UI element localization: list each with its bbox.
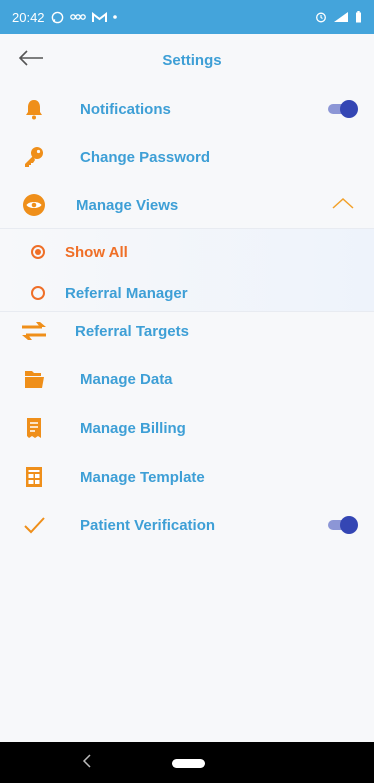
eye-icon bbox=[20, 191, 48, 219]
menu-item-change-password[interactable]: Change Password bbox=[0, 134, 374, 180]
system-nav-bar bbox=[0, 742, 374, 783]
notifications-toggle[interactable] bbox=[328, 100, 358, 118]
swap-arrows-icon bbox=[20, 317, 48, 345]
manage-views-options: Show All Referral Manager bbox=[0, 228, 374, 312]
option-referral-manager[interactable]: Referral Manager bbox=[0, 273, 374, 313]
check-icon bbox=[20, 511, 48, 539]
key-icon bbox=[20, 143, 48, 171]
nav-back-icon[interactable] bbox=[82, 754, 92, 773]
manage-views-label: Manage Views bbox=[76, 196, 179, 214]
alarm-icon bbox=[315, 11, 327, 23]
menu-item-manage-data[interactable]: Manage Data bbox=[0, 356, 374, 402]
menu-item-patient-verification[interactable]: Patient Verification bbox=[0, 502, 374, 548]
gmail-icon bbox=[91, 11, 107, 23]
status-bar: 20:42 bbox=[0, 0, 374, 34]
nav-home-pill[interactable] bbox=[172, 759, 205, 768]
menu-item-notifications[interactable]: Notifications bbox=[0, 86, 374, 132]
manage-data-label: Manage Data bbox=[80, 370, 173, 388]
referral-manager-label: Referral Manager bbox=[65, 284, 188, 302]
whatsapp-icon bbox=[51, 11, 64, 24]
referral-targets-label: Referral Targets bbox=[75, 322, 189, 340]
chevron-up-icon[interactable] bbox=[332, 196, 354, 214]
app-notification-icon bbox=[69, 13, 86, 21]
patient-verification-toggle[interactable] bbox=[328, 516, 358, 534]
bell-icon bbox=[20, 95, 48, 123]
status-time: 20:42 bbox=[12, 9, 45, 25]
app-header: Settings bbox=[0, 34, 374, 86]
menu-item-manage-billing[interactable]: Manage Billing bbox=[0, 405, 374, 451]
back-arrow-icon bbox=[18, 49, 44, 71]
change-password-label: Change Password bbox=[80, 148, 211, 166]
menu-item-manage-template[interactable]: Manage Template bbox=[0, 454, 374, 500]
battery-icon bbox=[355, 11, 362, 23]
menu-item-referral-targets[interactable]: Referral Targets bbox=[0, 308, 374, 354]
referral-manager-radio[interactable] bbox=[31, 286, 45, 300]
manage-billing-label: Manage Billing bbox=[80, 419, 186, 437]
receipt-icon bbox=[20, 414, 48, 442]
signal-icon bbox=[332, 11, 350, 23]
show-all-label: Show All bbox=[65, 243, 128, 261]
manage-template-label: Manage Template bbox=[80, 468, 205, 486]
folder-icon bbox=[20, 365, 48, 393]
page-title: Settings bbox=[162, 51, 222, 69]
back-button[interactable] bbox=[18, 48, 48, 72]
notifications-label: Notifications bbox=[80, 100, 171, 118]
dot-icon bbox=[112, 15, 117, 19]
template-grid-icon bbox=[20, 463, 48, 491]
patient-verification-label: Patient Verification bbox=[80, 516, 216, 534]
option-show-all[interactable]: Show All bbox=[0, 232, 374, 272]
show-all-radio[interactable] bbox=[31, 245, 45, 259]
menu-item-manage-views[interactable]: Manage Views bbox=[0, 182, 374, 228]
